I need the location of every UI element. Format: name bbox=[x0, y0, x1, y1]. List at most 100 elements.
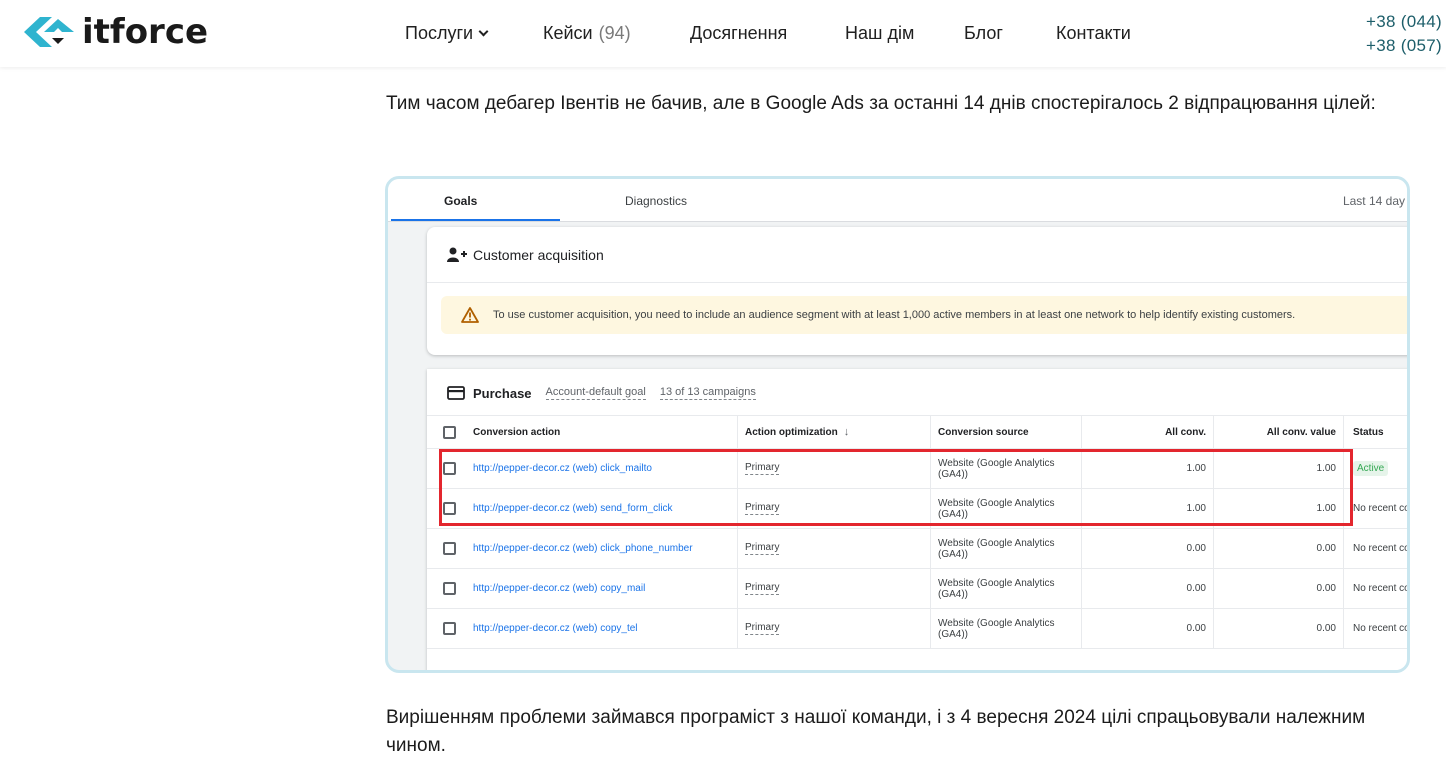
tab-bar: Goals Diagnostics Last 14 day bbox=[388, 179, 1407, 222]
status-cell: No recent co bbox=[1343, 529, 1407, 568]
nav-item-contacts[interactable]: Контакти bbox=[1056, 22, 1131, 44]
nav-item-cases[interactable]: Кейси (94) bbox=[543, 22, 631, 44]
column-header-optimization[interactable]: Action optimization ↓ bbox=[737, 416, 930, 448]
active-tab-indicator bbox=[391, 219, 560, 221]
row-checkbox[interactable] bbox=[443, 502, 456, 515]
table-row: http://pepper-decor.cz (web) click_phone… bbox=[427, 529, 1407, 569]
date-range[interactable]: Last 14 day bbox=[1343, 194, 1405, 208]
warning-banner: To use customer acquisition, you need to… bbox=[441, 296, 1407, 334]
nav-item-achievements[interactable]: Досягнення bbox=[690, 22, 787, 44]
column-header-action[interactable]: Conversion action bbox=[463, 416, 737, 448]
status-cell: No recent co bbox=[1343, 609, 1407, 648]
card-header: Purchase Account-default goal 13 of 13 c… bbox=[447, 383, 770, 403]
purchase-card: Purchase Account-default goal 13 of 13 c… bbox=[427, 369, 1407, 670]
action-cell: http://pepper-decor.cz (web) copy_mail bbox=[463, 569, 737, 608]
table-header-row: Conversion action Action optimization ↓ C… bbox=[427, 415, 1407, 449]
optimization-cell: Primary bbox=[737, 609, 930, 648]
row-checkbox[interactable] bbox=[443, 542, 456, 555]
default-goal-link[interactable]: Account-default goal bbox=[545, 386, 646, 400]
campaigns-link[interactable]: 13 of 13 campaigns bbox=[659, 386, 756, 400]
select-all-checkbox[interactable] bbox=[443, 425, 456, 439]
card-title: Customer acquisition bbox=[473, 247, 604, 263]
nav-item-services[interactable]: Послуги bbox=[405, 22, 489, 44]
conversion-action-link[interactable]: http://pepper-decor.cz (web) copy_mail bbox=[473, 583, 645, 594]
optimization-value[interactable]: Primary bbox=[745, 502, 780, 515]
table-row: http://pepper-decor.cz (web) click_mailt… bbox=[427, 449, 1407, 489]
conversion-action-link[interactable]: http://pepper-decor.cz (web) send_form_c… bbox=[473, 503, 673, 514]
article-paragraph: Вирішенням проблеми займався програміст … bbox=[386, 707, 1366, 756]
conversion-action-link[interactable]: http://pepper-decor.cz (web) click_phone… bbox=[473, 543, 693, 554]
divider bbox=[427, 282, 1407, 283]
nav-item-blog[interactable]: Блог bbox=[964, 22, 1003, 44]
card-title: Purchase bbox=[473, 385, 532, 401]
source-cell: Website (Google Analytics (GA4)) bbox=[930, 609, 1081, 648]
customer-acquisition-card: Customer acquisition To use customer acq… bbox=[427, 227, 1407, 355]
action-cell: http://pepper-decor.cz (web) click_phone… bbox=[463, 529, 737, 568]
column-header-all-conv-value[interactable]: All conv. value bbox=[1213, 416, 1343, 448]
conversion-action-link[interactable]: http://pepper-decor.cz (web) copy_tel bbox=[473, 623, 638, 634]
person-add-icon bbox=[447, 247, 467, 262]
checkbox-cell bbox=[443, 449, 463, 488]
source-cell: Website (Google Analytics (GA4)) bbox=[930, 569, 1081, 608]
site-header: itforce Послуги Кейси (94) Досягнення Наш… bbox=[0, 0, 1446, 67]
status-badge: Active bbox=[1353, 461, 1389, 476]
nav-item-label: Послуги bbox=[405, 23, 474, 43]
tab-goals[interactable]: Goals bbox=[444, 194, 477, 208]
all-conv-value-cell: 0.00 bbox=[1213, 569, 1343, 608]
row-checkbox[interactable] bbox=[443, 462, 456, 475]
action-cell: http://pepper-decor.cz (web) copy_tel bbox=[463, 609, 737, 648]
table-row: http://pepper-decor.cz (web) copy_tel Pr… bbox=[427, 609, 1407, 649]
row-checkbox[interactable] bbox=[443, 622, 456, 635]
warning-text: To use customer acquisition, you need to… bbox=[493, 309, 1296, 321]
table-row: http://pepper-decor.cz (web) copy_mail P… bbox=[427, 569, 1407, 609]
phone-link[interactable]: +38 (057) bbox=[1366, 34, 1442, 58]
tab-diagnostics[interactable]: Diagnostics bbox=[625, 194, 687, 208]
optimization-cell: Primary bbox=[737, 569, 930, 608]
checkbox-cell bbox=[443, 609, 463, 648]
warning-icon bbox=[461, 307, 479, 323]
column-header-all-conv[interactable]: All conv. bbox=[1081, 416, 1213, 448]
phone-list: +38 (044) +38 (057) bbox=[1366, 10, 1442, 58]
column-header-source[interactable]: Conversion source bbox=[930, 416, 1081, 448]
status-cell: No recent co bbox=[1343, 569, 1407, 608]
article-paragraph: Тим часом дебагер Івентів не бачив, але … bbox=[386, 93, 1376, 114]
column-header-label: Action optimization bbox=[745, 426, 838, 438]
checkbox-cell bbox=[443, 489, 463, 528]
checkbox-cell bbox=[443, 529, 463, 568]
optimization-value[interactable]: Primary bbox=[745, 582, 780, 595]
arrow-down-icon: ↓ bbox=[843, 426, 850, 438]
all-conv-value-cell: 0.00 bbox=[1213, 529, 1343, 568]
logo-text: itforce bbox=[82, 12, 209, 52]
row-checkbox[interactable] bbox=[443, 582, 456, 595]
all-conv-cell: 1.00 bbox=[1081, 449, 1213, 488]
google-ads-screenshot: Goals Diagnostics Last 14 day Customer a… bbox=[385, 176, 1410, 673]
column-header-status[interactable]: Status bbox=[1343, 416, 1407, 448]
source-cell: Website (Google Analytics (GA4)) bbox=[930, 489, 1081, 528]
nav-item-label: Кейси bbox=[543, 23, 593, 43]
optimization-value[interactable]: Primary bbox=[745, 542, 780, 555]
source-cell: Website (Google Analytics (GA4)) bbox=[930, 449, 1081, 488]
header-checkbox-cell bbox=[443, 416, 463, 448]
all-conv-value-cell: 1.00 bbox=[1213, 449, 1343, 488]
all-conv-cell: 1.00 bbox=[1081, 489, 1213, 528]
chevron-down-icon bbox=[478, 26, 489, 37]
cases-count: (94) bbox=[598, 23, 631, 43]
logo[interactable]: itforce bbox=[22, 12, 208, 52]
all-conv-value-cell: 1.00 bbox=[1213, 489, 1343, 528]
optimization-cell: Primary bbox=[737, 449, 930, 488]
action-cell: http://pepper-decor.cz (web) click_mailt… bbox=[463, 449, 737, 488]
card-header: Customer acquisition bbox=[447, 247, 604, 263]
phone-link[interactable]: +38 (044) bbox=[1366, 10, 1442, 34]
conversion-action-link[interactable]: http://pepper-decor.cz (web) click_mailt… bbox=[473, 463, 652, 474]
optimization-cell: Primary bbox=[737, 529, 930, 568]
optimization-value[interactable]: Primary bbox=[745, 462, 780, 475]
all-conv-cell: 0.00 bbox=[1081, 569, 1213, 608]
action-cell: http://pepper-decor.cz (web) send_form_c… bbox=[463, 489, 737, 528]
all-conv-value-cell: 0.00 bbox=[1213, 609, 1343, 648]
nav-item-our-home[interactable]: Наш дім bbox=[845, 22, 914, 44]
all-conv-cell: 0.00 bbox=[1081, 609, 1213, 648]
status-cell: Active bbox=[1343, 449, 1407, 488]
conversion-table: Conversion action Action optimization ↓ C… bbox=[427, 415, 1407, 649]
optimization-value[interactable]: Primary bbox=[745, 622, 780, 635]
all-conv-cell: 0.00 bbox=[1081, 529, 1213, 568]
